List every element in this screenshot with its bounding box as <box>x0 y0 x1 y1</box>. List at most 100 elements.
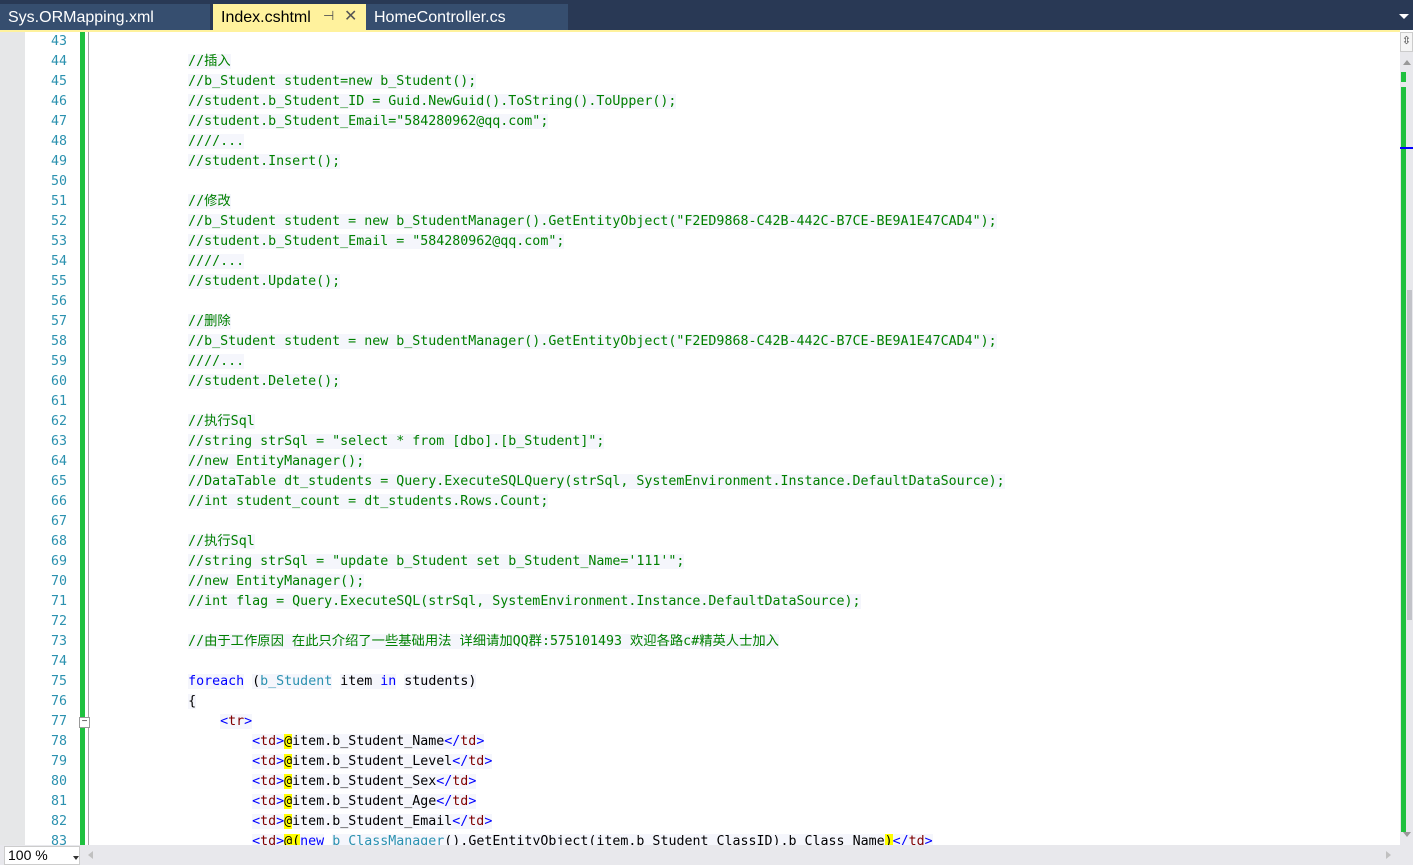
code-line[interactable]: 58 //b_Student student = new b_StudentMa… <box>0 332 1400 352</box>
line-number: 71 <box>50 594 67 609</box>
code-line[interactable]: 80 <td>@item.b_Student_Sex</td> <box>0 772 1400 792</box>
line-number: 51 <box>50 194 67 209</box>
code-text: ////... <box>92 352 245 372</box>
comment-token: //student.Insert(); <box>188 154 341 169</box>
tab-index-cshtml[interactable]: Index.cshtml ⊣ ✕ <box>213 4 366 30</box>
collapse-icon[interactable]: − <box>79 717 90 728</box>
comment-token: ////... <box>188 134 245 149</box>
scrollbar-corner <box>1400 845 1413 865</box>
scroll-right-icon[interactable] <box>1386 851 1391 859</box>
code-line[interactable]: 76 { <box>0 692 1400 712</box>
line-number: 73 <box>50 634 67 649</box>
code-line[interactable]: 74 <box>0 652 1400 672</box>
code-line[interactable]: 79 <td>@item.b_Student_Level</td> <box>0 752 1400 772</box>
code-text: //插入 <box>92 52 231 72</box>
pin-icon[interactable]: ⊣ <box>323 8 334 24</box>
close-icon[interactable]: ✕ <box>344 6 357 26</box>
code-line[interactable]: 71 //int flag = Query.ExecuteSQL(strSql,… <box>0 592 1400 612</box>
code-line[interactable]: 48 ////... <box>0 132 1400 152</box>
code-text: ////... <box>92 252 245 272</box>
code-line[interactable]: 50 <box>0 172 1400 192</box>
code-line[interactable]: 65 //DataTable dt_students = Query.Execu… <box>0 472 1400 492</box>
document-tab-bar: Sys.ORMapping.xml Index.cshtml ⊣ ✕ HomeCon… <box>0 0 1413 30</box>
code-line[interactable]: 62 //执行Sql <box>0 412 1400 432</box>
line-number: 61 <box>50 394 67 409</box>
scrollbar-thumb[interactable] <box>1407 290 1412 620</box>
comment-token: ////... <box>188 354 245 369</box>
comment-token: //修改 <box>188 194 231 209</box>
code-line[interactable]: 56 <box>0 292 1400 312</box>
code-line[interactable]: 59 ////... <box>0 352 1400 372</box>
bracket-token: < <box>252 754 261 769</box>
split-window-icon[interactable]: ⇳ <box>1400 32 1413 52</box>
tab-overflow-dropdown-icon[interactable] <box>1399 14 1409 19</box>
code-line[interactable]: 67 <box>0 512 1400 532</box>
code-line[interactable]: 68 //执行Sql <box>0 532 1400 552</box>
code-line[interactable]: 78 <td>@item.b_Student_Name</td> <box>0 732 1400 752</box>
comment-token: //执行Sql <box>188 534 255 549</box>
line-number: 63 <box>50 434 67 449</box>
bracket-token: > <box>276 814 285 829</box>
html-tag-token: td <box>908 834 925 845</box>
code-line[interactable]: 82 <td>@item.b_Student_Email</td> <box>0 812 1400 832</box>
line-number: 65 <box>50 474 67 489</box>
line-number: 58 <box>50 334 67 349</box>
line-number: 80 <box>50 774 67 789</box>
line-number: 53 <box>50 234 67 249</box>
code-line[interactable]: 51 //修改 <box>0 192 1400 212</box>
bracket-token: < <box>252 834 261 845</box>
code-line[interactable]: 52 //b_Student student = new b_StudentMa… <box>0 212 1400 232</box>
code-line[interactable]: 73 //由于工作原因 在此只介绍了一些基础用法 详细请加QQ群:5751014… <box>0 632 1400 652</box>
code-line[interactable]: 46 //student.b_Student_ID = Guid.NewGuid… <box>0 92 1400 112</box>
code-text: //执行Sql <box>92 532 255 552</box>
code-line[interactable]: 60 //student.Delete(); <box>0 372 1400 392</box>
bracket-token: > <box>468 794 477 809</box>
code-line[interactable]: 57 //删除 <box>0 312 1400 332</box>
code-line[interactable]: 44 //插入 <box>0 52 1400 72</box>
line-number: 66 <box>50 494 67 509</box>
bracket-token: </ <box>436 794 453 809</box>
code-line[interactable]: 75 foreach (b_Student item in students) <box>0 672 1400 692</box>
html-tag-token: td <box>460 734 477 749</box>
code-line[interactable]: 54 ////... <box>0 252 1400 272</box>
code-line[interactable]: 53 //student.b_Student_Email = "58428096… <box>0 232 1400 252</box>
code-line[interactable]: 55 //student.Update(); <box>0 272 1400 292</box>
code-line[interactable]: 61 <box>0 392 1400 412</box>
code-text: //new EntityManager(); <box>92 452 365 472</box>
line-number: 55 <box>50 274 67 289</box>
code-line[interactable]: 43 <box>0 32 1400 52</box>
code-token: item.b_Student_Name <box>292 734 445 749</box>
line-number: 67 <box>50 514 67 529</box>
scroll-up-icon[interactable] <box>1403 60 1411 65</box>
scroll-left-icon[interactable] <box>88 851 93 859</box>
code-line[interactable]: 45 //b_Student student=new b_Student(); <box>0 72 1400 92</box>
code-line[interactable]: 63 //string strSql = "select * from [dbo… <box>0 432 1400 452</box>
code-line[interactable]: 66 //int student_count = dt_students.Row… <box>0 492 1400 512</box>
zoom-level: 100 % <box>8 847 48 863</box>
razor-marker: @ <box>284 814 293 829</box>
scroll-down-icon[interactable] <box>1403 832 1411 837</box>
html-tag-token: tr <box>228 714 245 729</box>
comment-token: //b_Student student=new b_Student(); <box>188 74 477 89</box>
code-line[interactable]: 69 //string strSql = "update b_Student s… <box>0 552 1400 572</box>
code-line[interactable]: 72 <box>0 612 1400 632</box>
tab-homecontroller-cs[interactable]: HomeController.cs <box>366 4 568 30</box>
code-line[interactable]: 64 //new EntityManager(); <box>0 452 1400 472</box>
code-editor[interactable]: 43 44 //插入 45 //b_Student student=new b_St… <box>0 32 1400 845</box>
code-token: item.b_Student_Level <box>292 754 453 769</box>
bracket-token: > <box>484 754 493 769</box>
code-line[interactable]: 83 <td>@(new b_ClassManager().GetEntityO… <box>0 832 1400 845</box>
tab-label: HomeController.cs <box>374 9 506 26</box>
bracket-token: < <box>252 794 261 809</box>
code-text: //int student_count = dt_students.Rows.C… <box>92 492 549 512</box>
code-line[interactable]: 49 //student.Insert(); <box>0 152 1400 172</box>
zoom-dropdown[interactable]: 100 % <box>4 846 80 865</box>
code-line[interactable]: 81 <td>@item.b_Student_Age</td> <box>0 792 1400 812</box>
html-tag-token: td <box>452 774 469 789</box>
code-text: //new EntityManager(); <box>92 572 365 592</box>
code-line[interactable]: 47 //student.b_Student_Email="584280962@… <box>0 112 1400 132</box>
tab-sys-ormapping-xml[interactable]: Sys.ORMapping.xml <box>0 4 210 30</box>
code-line[interactable]: 77 − <tr> <box>0 712 1400 732</box>
code-line[interactable]: 70 //new EntityManager(); <box>0 572 1400 592</box>
bracket-token: > <box>276 734 285 749</box>
